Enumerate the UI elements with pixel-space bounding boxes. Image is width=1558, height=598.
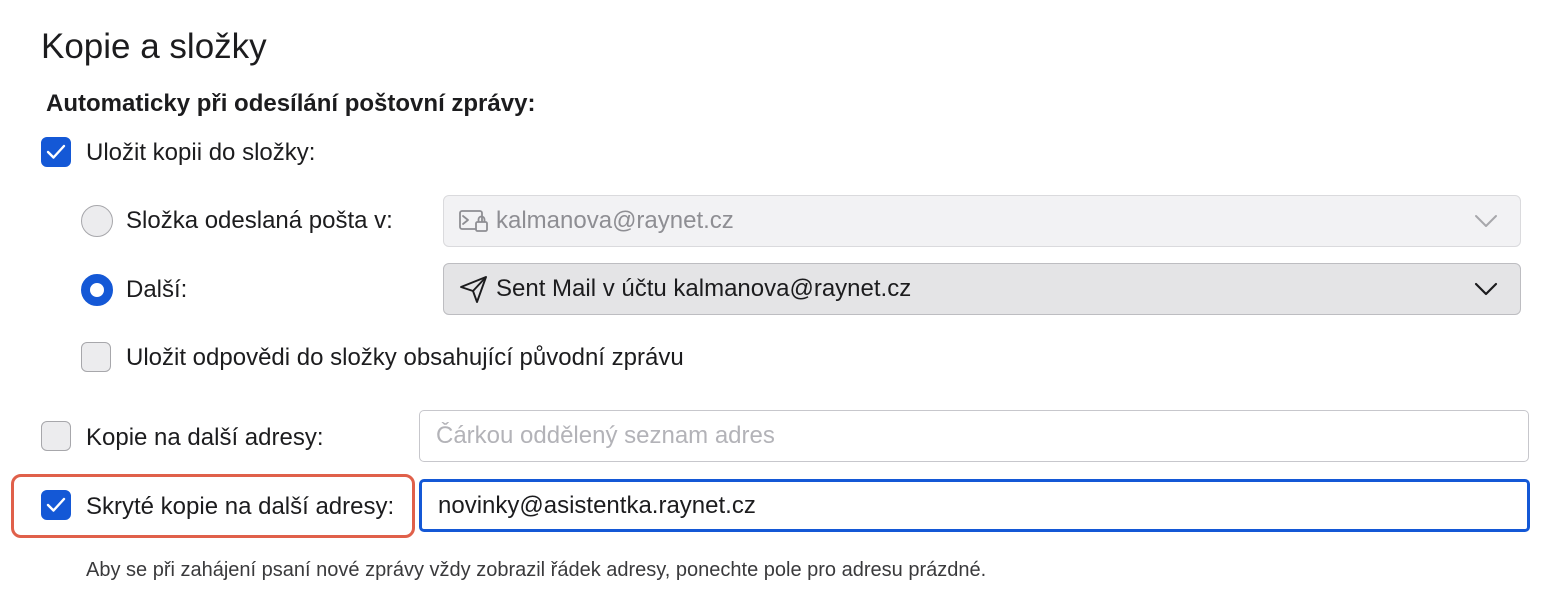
- other-folder-select[interactable]: Sent Mail v účtu kalmanova@raynet.cz: [443, 263, 1521, 315]
- save-copy-checkbox[interactable]: [41, 137, 71, 167]
- other-folder-radio[interactable]: [81, 274, 113, 306]
- paper-plane-icon: [458, 273, 494, 305]
- address-hint-text: Aby se při zahájení psaní nové zprávy vž…: [86, 559, 987, 581]
- section-heading: Automaticky při odesílání poštovní zpráv…: [46, 90, 536, 117]
- bcc-label: Skryté kopie na další adresy:: [86, 493, 395, 520]
- save-copy-label: Uložit kopii do složky:: [86, 139, 316, 166]
- page-title: Kopie a složky: [41, 27, 267, 66]
- sent-folder-select-value: kalmanova@raynet.cz: [496, 207, 734, 234]
- sent-folder-label: Složka odeslaná pošta v:: [126, 207, 393, 234]
- bcc-input[interactable]: [419, 479, 1530, 532]
- chevron-down-icon: [1466, 273, 1506, 305]
- other-folder-select-value: Sent Mail v účtu kalmanova@raynet.cz: [496, 275, 912, 302]
- save-replies-label: Uložit odpovědi do složky obsahující pův…: [126, 344, 684, 371]
- cc-input[interactable]: [419, 410, 1529, 462]
- mail-account-lock-icon: [458, 205, 494, 237]
- save-replies-checkbox[interactable]: [81, 342, 111, 372]
- other-folder-label: Další:: [126, 276, 188, 303]
- sent-folder-radio[interactable]: [81, 205, 113, 237]
- cc-label: Kopie na další adresy:: [86, 424, 324, 451]
- bcc-checkbox[interactable]: [41, 490, 71, 520]
- chevron-down-icon: [1466, 205, 1506, 237]
- sent-folder-select: kalmanova@raynet.cz: [443, 195, 1521, 247]
- cc-checkbox[interactable]: [41, 421, 71, 451]
- checkmark-icon: [46, 497, 66, 513]
- checkmark-icon: [46, 144, 66, 160]
